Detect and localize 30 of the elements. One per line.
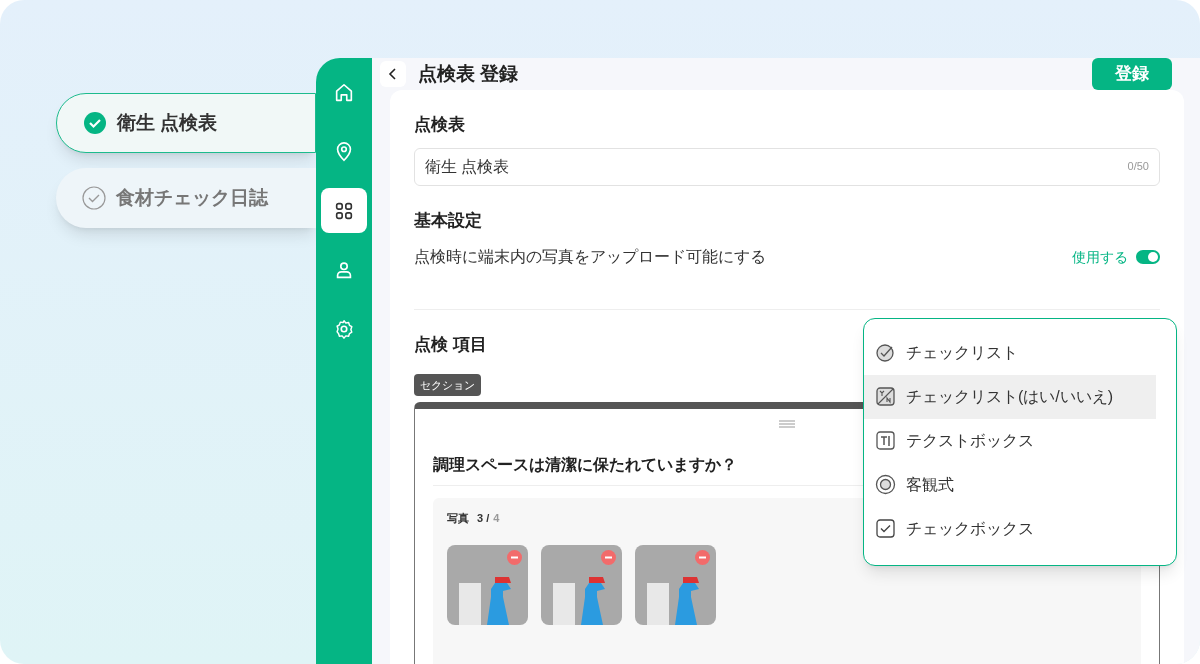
section-tag: セクション: [414, 373, 481, 396]
remove-icon[interactable]: [695, 549, 710, 565]
textbox-icon: [875, 430, 897, 452]
field-label: 点検表: [414, 114, 466, 136]
remove-icon[interactable]: [507, 549, 522, 565]
remove-icon[interactable]: [601, 549, 616, 565]
setting-text: 点検時に端末内の写真をアップロード可能にする: [414, 247, 766, 267]
toggle-switch[interactable]: [1136, 250, 1160, 264]
grid-icon[interactable]: [321, 188, 367, 233]
toggle-label: 使用する: [1072, 247, 1128, 267]
check-circle-icon: [82, 186, 106, 210]
back-button[interactable]: [380, 61, 406, 87]
photo-max: 4: [493, 511, 500, 526]
checklist-icon: [875, 342, 897, 364]
section-heading: 点検 項目: [414, 334, 487, 356]
drag-handle-icon[interactable]: [778, 419, 796, 429]
back-icon: [388, 68, 398, 80]
photo-label: 写真: [447, 511, 469, 526]
radio-icon: [875, 474, 897, 496]
photo-count: 3 /: [477, 511, 490, 526]
character-counter: 0/50: [1127, 159, 1149, 175]
menu-item[interactable]: チェックリスト(はい/いいえ): [864, 375, 1156, 419]
name-input[interactable]: 衛生 点検表 0/50: [414, 147, 1160, 186]
checkbox-icon: [875, 518, 897, 540]
yes-no-icon: [875, 386, 897, 408]
checklist-tab[interactable]: 衛生 点検表: [56, 93, 316, 153]
check-circle-icon: [83, 111, 107, 135]
checklist-tab[interactable]: 食材チェック日誌: [56, 168, 316, 228]
section-heading: 基本設定: [414, 209, 483, 232]
page-title: 点検表 登録: [418, 61, 519, 86]
